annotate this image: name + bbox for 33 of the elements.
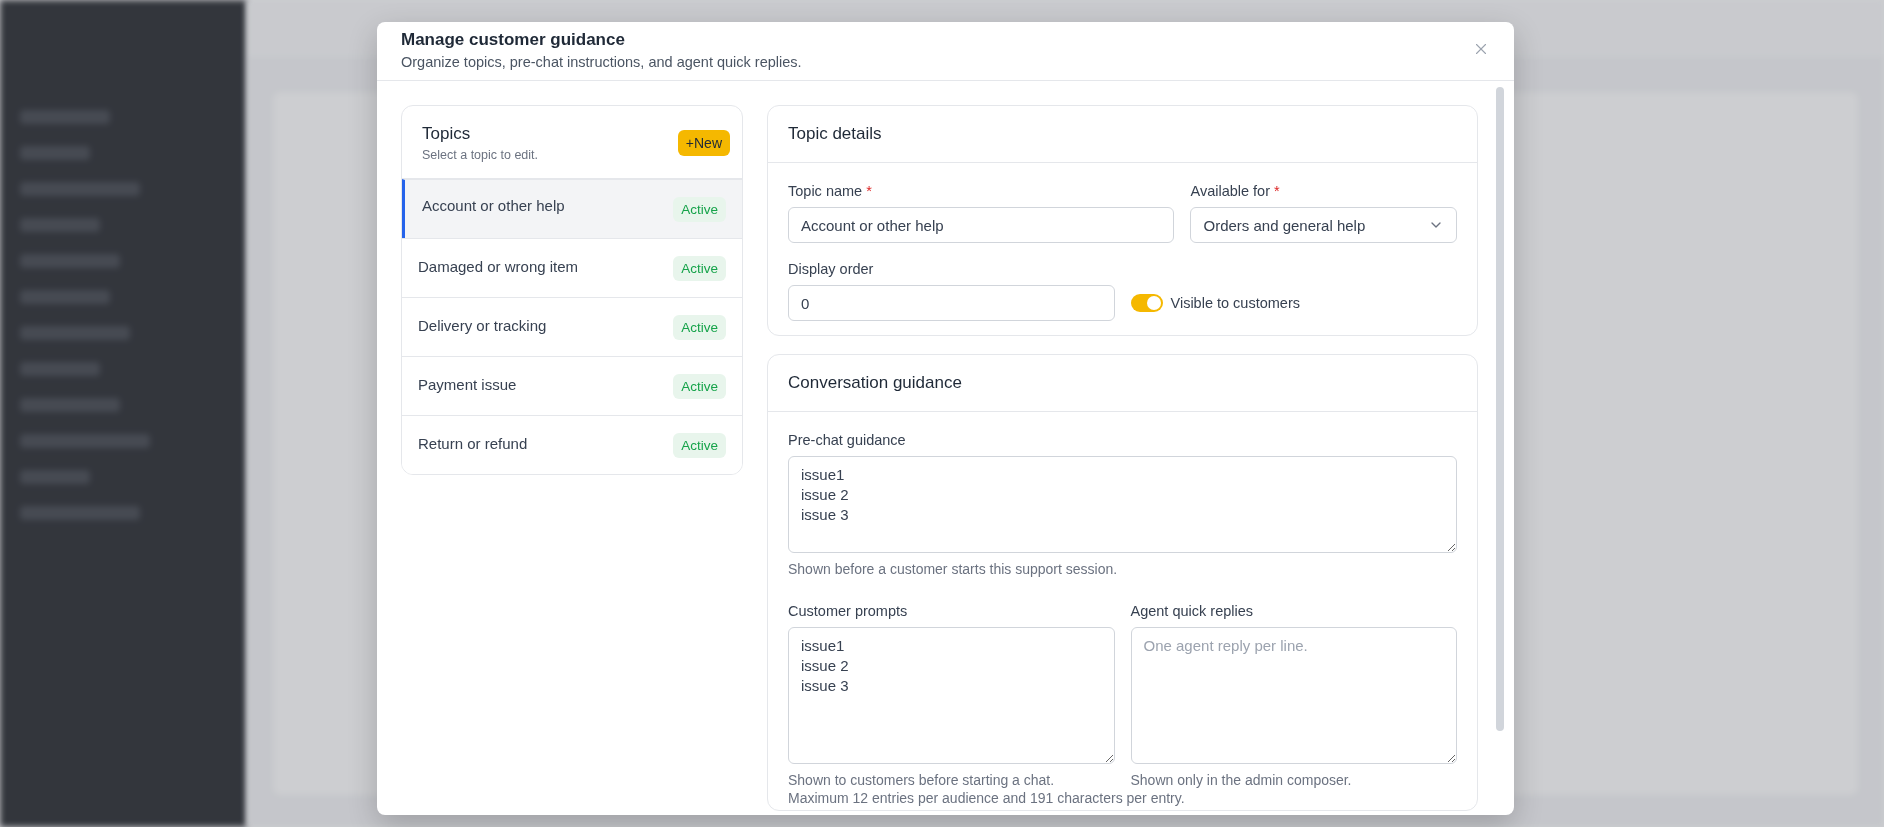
dialog-subtitle: Organize topics, pre-chat instructions, and agent quick replies. — [401, 54, 803, 70]
topic-item[interactable]: Account or other help Active — [402, 179, 742, 238]
status-badge: Active — [673, 196, 726, 222]
topic-name-field[interactable]: Account or other help — [788, 207, 1175, 243]
help-text: Shown only in the admin composer. — [1130, 772, 1353, 788]
status-badge: Active — [673, 255, 726, 281]
field-label: Available for * — [1190, 183, 1281, 199]
status-badge: Active — [673, 314, 726, 340]
status-badge: Active — [673, 373, 726, 399]
available-for-select[interactable]: Orders and general help — [1190, 207, 1457, 243]
card-title: Conversation guidance — [768, 355, 1477, 412]
visibility-toggle[interactable] — [1130, 294, 1163, 312]
customer-prompts-textarea[interactable]: issue1 issue 2 issue 3 — [788, 627, 1115, 764]
new-topic-button[interactable]: +New — [677, 130, 730, 156]
pre-chat-textarea[interactable]: issue1 issue 2 issue 3 — [788, 456, 1457, 553]
scrollbar[interactable] — [1496, 87, 1504, 731]
panel-hint: Select a topic to edit. — [422, 148, 539, 162]
help-text: Shown to customers before starting a chat. — [788, 772, 1056, 788]
status-badge: Active — [673, 432, 726, 458]
field-label: Agent quick replies — [1130, 603, 1254, 619]
panel-title: Topics — [422, 124, 472, 144]
field-label: Pre-chat guidance — [788, 432, 907, 448]
card-title: Topic details — [768, 106, 1477, 163]
dialog-title: Manage customer guidance — [401, 30, 625, 50]
display-order-field[interactable]: 0 — [788, 285, 1115, 321]
topic-item[interactable]: Return or refund Active — [402, 415, 742, 474]
field-label: Display order — [788, 261, 875, 277]
help-text: Shown before a customer starts this support session. — [788, 561, 1119, 577]
field-label: Customer prompts — [788, 603, 909, 619]
limit-note: Maximum 12 entries per audience and 191 characters per entry. — [788, 790, 1186, 806]
field-label: Topic name * — [788, 183, 873, 199]
quick-replies-textarea[interactable]: One agent reply per line. — [1130, 627, 1457, 764]
toggle-label: Visible to customers — [1170, 295, 1300, 311]
